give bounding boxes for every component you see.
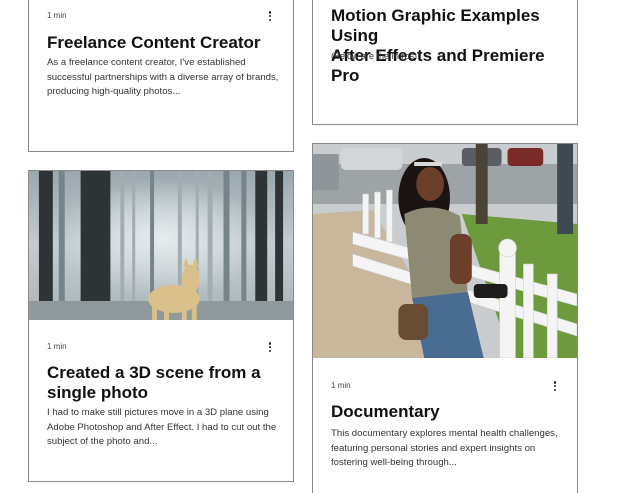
post-description: This documentary explores mental health … [331, 427, 558, 471]
description-line: Adobe Photoshop and After Effect. I had … [47, 421, 277, 433]
description-line: fostering well-being through... [331, 457, 457, 468]
read-time: 1 min [47, 342, 67, 351]
more-options-icon[interactable] [265, 9, 275, 23]
description-line: I had to make still pictures move in a 3… [47, 407, 269, 418]
foggy-forest-wolf-image [29, 171, 293, 320]
description-line: subject of the photo and... [47, 436, 158, 447]
post-title-line: Created a 3D scene from a [47, 363, 261, 382]
post-title[interactable]: Created a 3D scene from a single photo [47, 363, 261, 403]
post-title[interactable]: Motion Graphic Examples Using After Effe… [331, 6, 577, 86]
description-line: featuring personal stories and expert in… [331, 442, 536, 454]
read-time: 1 min [331, 381, 351, 390]
read-time: 1 min [47, 11, 67, 20]
more-options-icon[interactable] [265, 340, 275, 354]
post-title-line: Motion Graphic Examples Using [331, 6, 540, 45]
post-card-documentary[interactable]: 1 min Documentary This documentary explo… [312, 143, 578, 493]
post-card-3d-scene[interactable]: 1 min Created a 3D scene from a single p… [28, 170, 294, 482]
description-line: successful partnerships with a diverse a… [47, 71, 279, 83]
post-card-motion-graphics[interactable]: Motion Graphic Examples Using After Effe… [312, 0, 578, 125]
post-description: I had to make still pictures move in a 3… [47, 406, 276, 450]
post-cover-image[interactable] [29, 171, 293, 320]
description-line: As a freelance content creator, I've est… [47, 57, 246, 68]
post-title-line: Freelance Content Creator [47, 33, 261, 52]
description-line: producing high-quality photos... [47, 86, 181, 97]
post-cover-image[interactable] [313, 144, 577, 358]
post-title[interactable]: Documentary [331, 402, 440, 422]
description-line: (Below are the Intros) [331, 51, 418, 61]
more-options-icon[interactable] [550, 379, 560, 393]
post-title-line: Documentary [331, 402, 440, 421]
post-description: (Below are the Intros) [331, 49, 417, 64]
post-description: As a freelance content creator, I've est… [47, 56, 278, 100]
description-line: This documentary explores mental health … [331, 428, 558, 439]
post-title[interactable]: Freelance Content Creator [47, 33, 261, 53]
post-title-line: single photo [47, 383, 149, 402]
documentary-portrait-image [313, 144, 577, 358]
post-card-freelance[interactable]: 1 min Freelance Content Creator As a fre… [28, 0, 294, 152]
